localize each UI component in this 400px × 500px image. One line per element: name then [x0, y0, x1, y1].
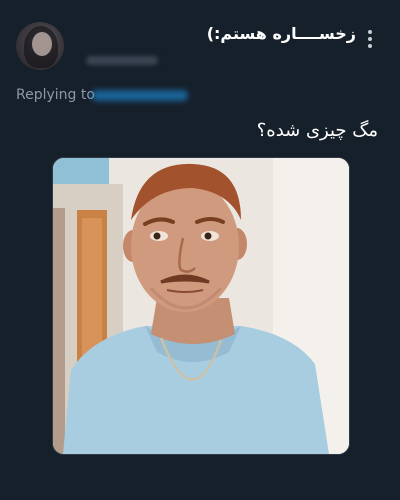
replying-to-label: Replying to	[16, 87, 95, 103]
avatar-face	[32, 32, 52, 56]
avatar[interactable]	[16, 22, 64, 70]
replying-to-mention-redacted[interactable]	[92, 90, 188, 101]
tweet-screen: زخســــاره هستم:) Replying to مگ چیزی شد…	[0, 0, 400, 500]
more-dot	[368, 44, 372, 48]
tweet-text: مگ چیزی شده؟	[256, 120, 378, 141]
author-display-name[interactable]: زخســــاره هستم:)	[207, 24, 356, 43]
more-dot	[368, 30, 372, 34]
more-vertical-icon[interactable]	[362, 30, 378, 54]
author-handle-redacted	[86, 56, 158, 65]
more-dot	[368, 37, 372, 41]
media-photo	[53, 158, 349, 454]
tweet-media-image[interactable]	[52, 157, 350, 455]
